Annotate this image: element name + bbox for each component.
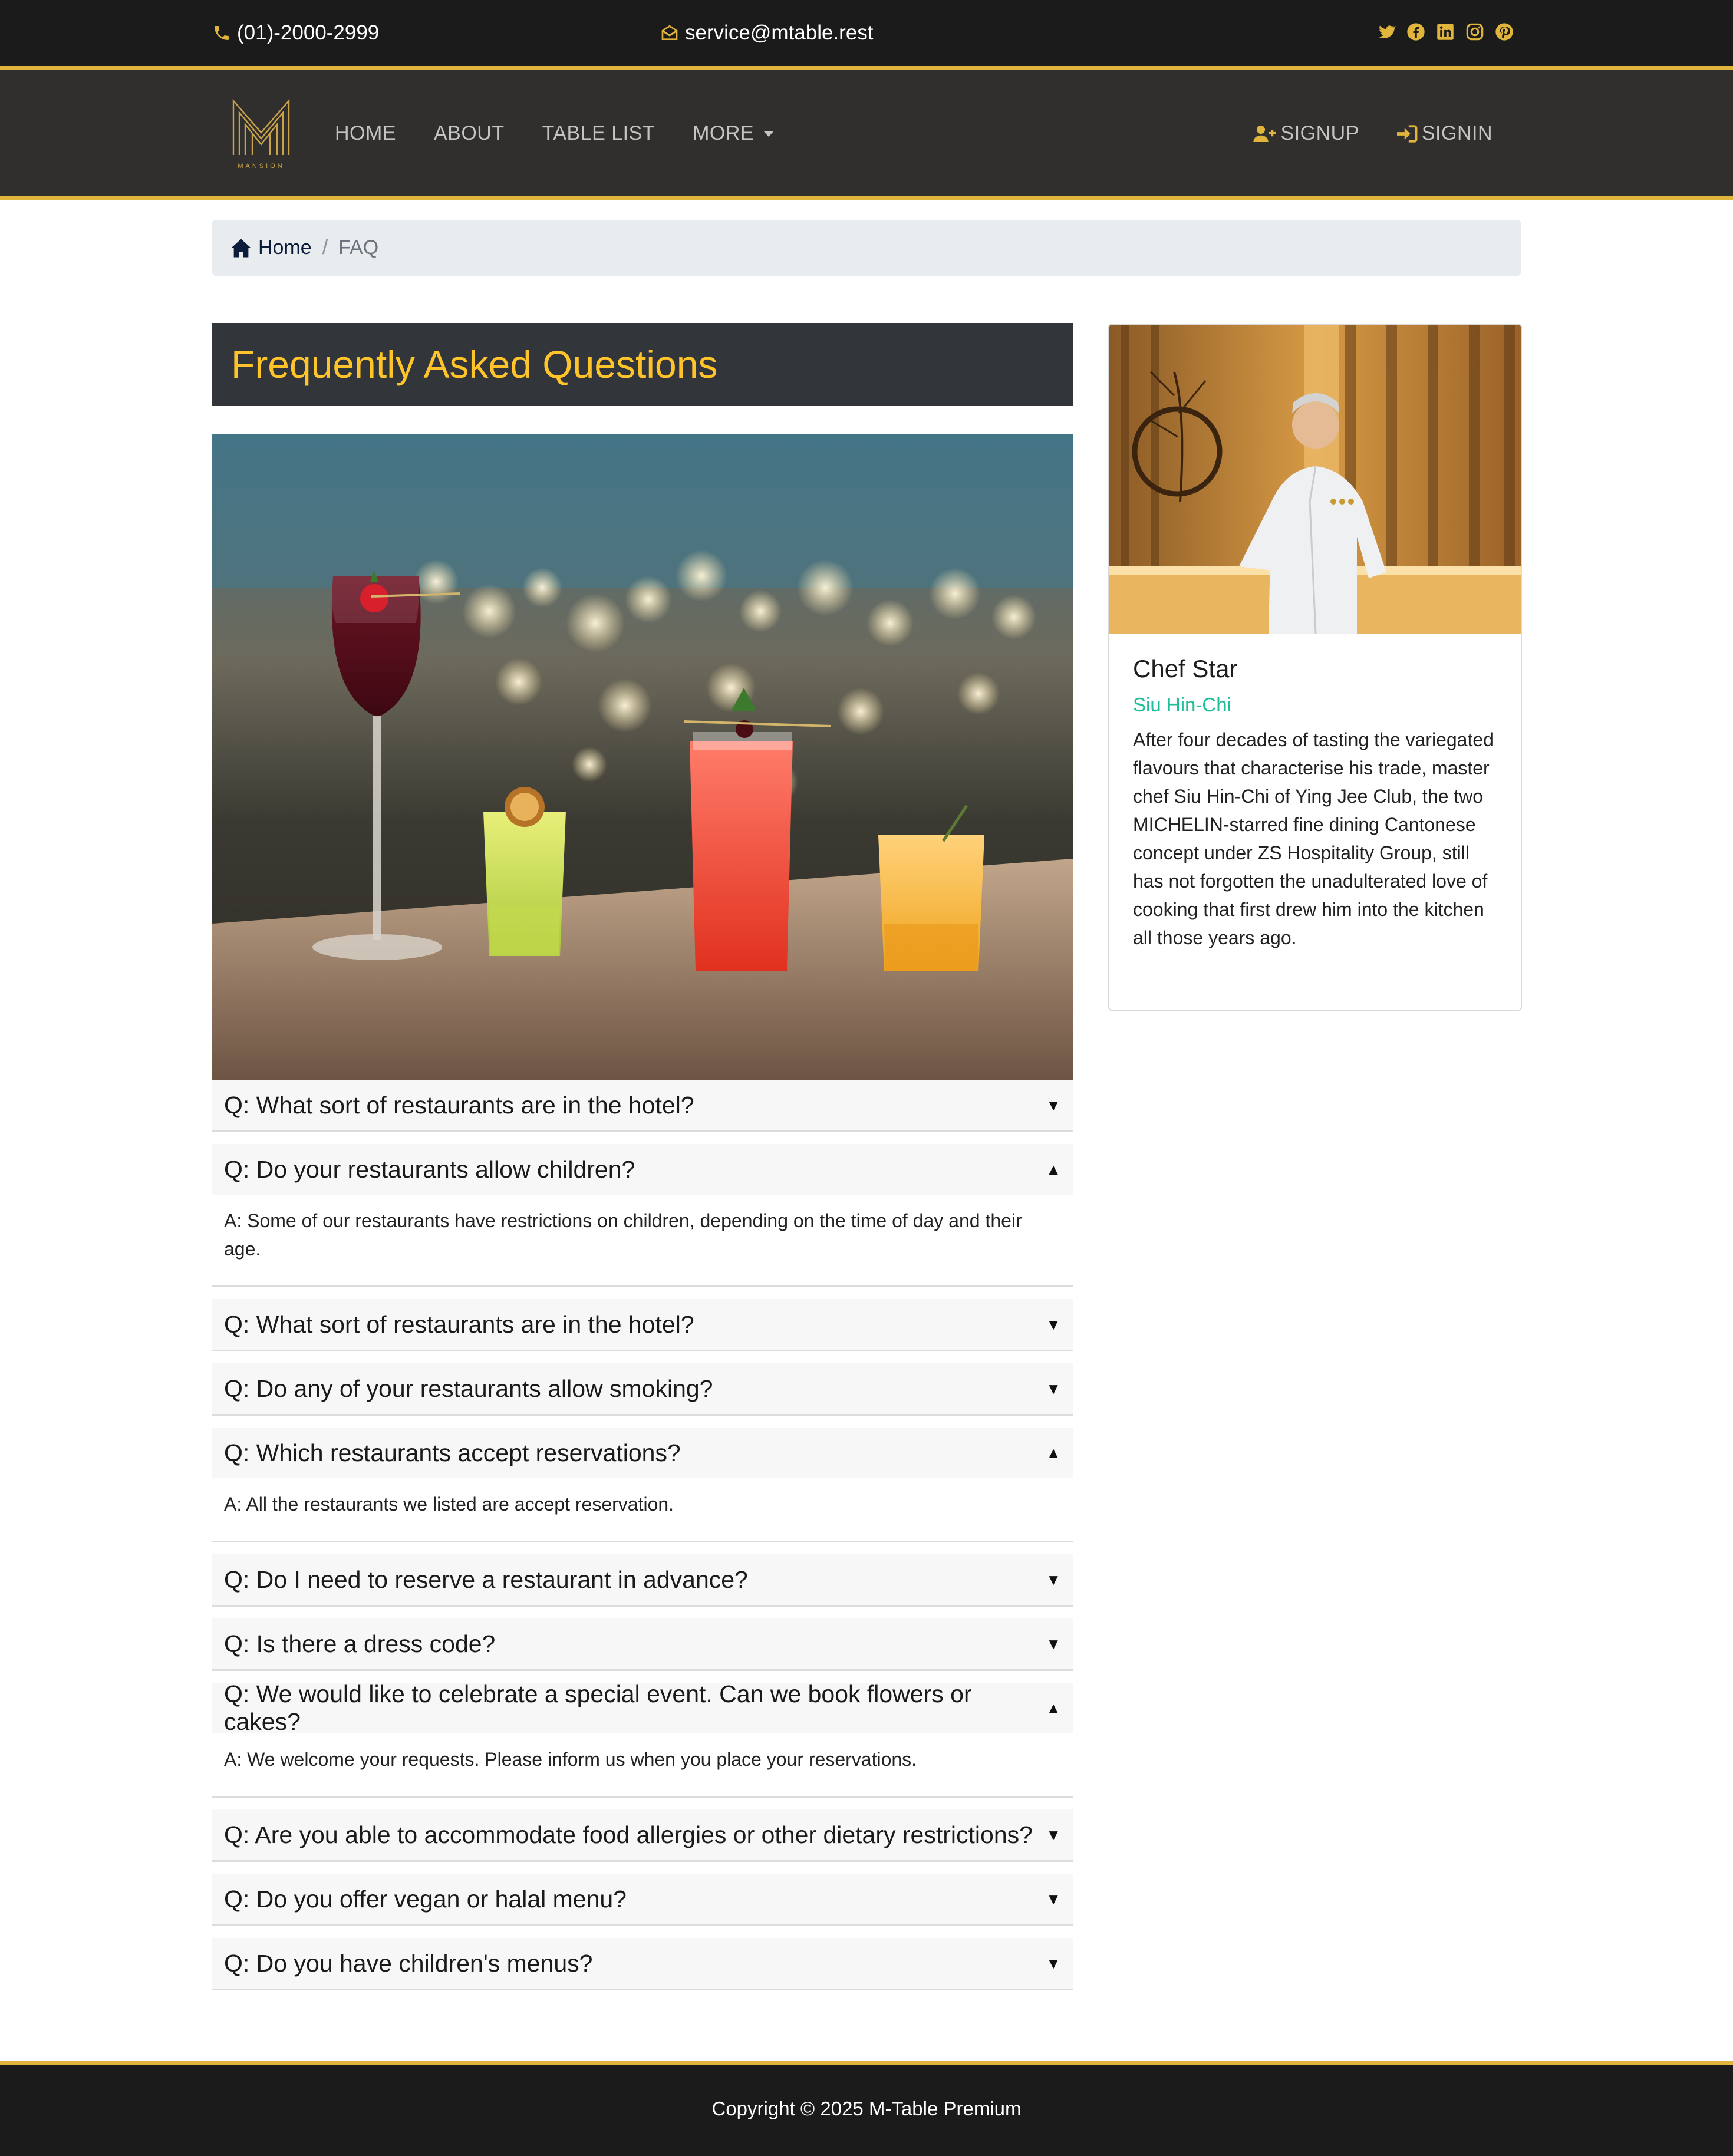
user-plus-icon bbox=[1253, 125, 1276, 142]
faq-item: Q: Do you offer vegan or halal menu? ▼ bbox=[212, 1874, 1073, 1926]
faq-accordion: Q: What sort of restaurants are in the h… bbox=[212, 1080, 1073, 2002]
phone-contact[interactable]: (01)-2000-2999 bbox=[212, 17, 379, 50]
nav-about[interactable]: ABOUT bbox=[434, 122, 505, 145]
instagram-icon[interactable] bbox=[1464, 21, 1485, 42]
triangle-down-icon: ▼ bbox=[1046, 1634, 1061, 1653]
triangle-up-icon: ▲ bbox=[1046, 1160, 1061, 1178]
faq-question[interactable]: Q: Do I need to reserve a restaurant in … bbox=[212, 1554, 1073, 1605]
faq-question[interactable]: Q: Do you offer vegan or halal menu? ▼ bbox=[212, 1874, 1073, 1924]
page-title: Frequently Asked Questions bbox=[231, 342, 718, 386]
page-title-box: Frequently Asked Questions bbox=[212, 323, 1073, 406]
faq-question[interactable]: Q: Do your restaurants allow children? ▲ bbox=[212, 1144, 1073, 1195]
triangle-down-icon: ▼ bbox=[1046, 1890, 1061, 1908]
faq-item: Q: Do I need to reserve a restaurant in … bbox=[212, 1554, 1073, 1607]
breadcrumb-current: FAQ bbox=[338, 236, 379, 259]
social-links bbox=[1376, 21, 1515, 42]
email-address: service@mtable.rest bbox=[685, 21, 874, 44]
triangle-down-icon: ▼ bbox=[1046, 1954, 1061, 1972]
faq-answer: A: Some of our restaurants have restrict… bbox=[224, 1210, 1022, 1260]
cocktails-hero-image bbox=[212, 434, 1073, 1080]
faq-question[interactable]: Q: We would like to celebrate a special … bbox=[212, 1680, 1073, 1735]
nav-table-list[interactable]: TABLE LIST bbox=[542, 122, 655, 145]
faq-question[interactable]: Q: What sort of restaurants are in the h… bbox=[212, 1299, 1073, 1350]
sign-in-icon bbox=[1396, 124, 1418, 143]
triangle-down-icon: ▼ bbox=[1046, 1825, 1061, 1844]
pinterest-icon[interactable] bbox=[1494, 21, 1515, 42]
envelope-open-icon bbox=[661, 25, 678, 40]
chef-name: Siu Hin-Chi bbox=[1133, 694, 1231, 716]
logo-wordmark: MANSION bbox=[238, 163, 284, 170]
chef-card: Chef Star Siu Hin-Chi After four decades… bbox=[1108, 324, 1522, 1011]
nav-home[interactable]: HOME bbox=[335, 122, 396, 145]
chef-card-title: Chef Star bbox=[1133, 655, 1238, 683]
nav-more-dropdown[interactable]: MORE bbox=[693, 122, 775, 145]
email-contact[interactable]: service@mtable.rest bbox=[660, 17, 874, 50]
breadcrumb-separator: / bbox=[322, 236, 328, 259]
faq-item: Q: What sort of restaurants are in the h… bbox=[212, 1080, 1073, 1132]
faq-question[interactable]: Q: Do you have children's menus? ▼ bbox=[212, 1938, 1073, 1989]
faq-question[interactable]: Q: Which restaurants accept reservations… bbox=[212, 1428, 1073, 1478]
home-icon bbox=[231, 239, 251, 257]
breadcrumb-home[interactable]: Home bbox=[230, 236, 312, 259]
faq-answer: A: All the restaurants we listed are acc… bbox=[224, 1494, 674, 1515]
chef-description: After four decades of tasting the varieg… bbox=[1133, 729, 1494, 948]
triangle-down-icon: ▼ bbox=[1046, 1570, 1061, 1588]
nav-links: HOME ABOUT TABLE LIST MORE bbox=[335, 122, 812, 145]
facebook-icon[interactable] bbox=[1405, 21, 1426, 42]
faq-item: Q: Are you able to accommodate food alle… bbox=[212, 1809, 1073, 1862]
faq-item: Q: Do your restaurants allow children? ▲… bbox=[212, 1144, 1073, 1287]
triangle-up-icon: ▲ bbox=[1046, 1443, 1061, 1462]
breadcrumb: Home / FAQ bbox=[212, 220, 1521, 276]
triangle-down-icon: ▼ bbox=[1046, 1315, 1061, 1333]
faq-answer: A: We welcome your requests. Please info… bbox=[224, 1749, 917, 1770]
faq-item: Q: Do any of your restaurants allow smok… bbox=[212, 1363, 1073, 1416]
faq-item: Q: Is there a dress code? ▼ bbox=[212, 1618, 1073, 1671]
chef-photo bbox=[1109, 325, 1521, 634]
linkedin-icon[interactable] bbox=[1435, 21, 1456, 42]
triangle-down-icon: ▼ bbox=[1046, 1096, 1061, 1114]
faq-question[interactable]: Q: Is there a dress code? ▼ bbox=[212, 1618, 1073, 1669]
faq-item: Q: What sort of restaurants are in the h… bbox=[212, 1299, 1073, 1351]
faq-item: Q: Which restaurants accept reservations… bbox=[212, 1428, 1073, 1542]
caret-down-icon bbox=[763, 130, 775, 137]
contact-bar: (01)-2000-2999 service@mtable.rest bbox=[0, 0, 1733, 70]
faq-question[interactable]: Q: Do any of your restaurants allow smok… bbox=[212, 1363, 1073, 1414]
auth-links: SIGNUP SIGNIN bbox=[1216, 122, 1493, 145]
copyright-text: Copyright © 2025 M-Table Premium bbox=[711, 2098, 1022, 2119]
main-navbar: MANSION HOME ABOUT TABLE LIST MORE SIGNU… bbox=[0, 70, 1733, 200]
mansion-logo[interactable]: MANSION bbox=[229, 96, 294, 170]
signin-link[interactable]: SIGNIN bbox=[1396, 122, 1493, 145]
signup-link[interactable]: SIGNUP bbox=[1253, 122, 1359, 145]
faq-item: Q: We would like to celebrate a special … bbox=[212, 1680, 1073, 1798]
twitter-icon[interactable] bbox=[1376, 21, 1397, 42]
triangle-up-icon: ▲ bbox=[1046, 1699, 1061, 1717]
phone-number: (01)-2000-2999 bbox=[237, 21, 380, 44]
phone-icon bbox=[215, 26, 229, 40]
chef-card-body: Chef Star Siu Hin-Chi After four decades… bbox=[1133, 655, 1504, 952]
faq-question[interactable]: Q: What sort of restaurants are in the h… bbox=[212, 1080, 1073, 1130]
faq-question[interactable]: Q: Are you able to accommodate food alle… bbox=[212, 1809, 1073, 1860]
triangle-down-icon: ▼ bbox=[1046, 1379, 1061, 1397]
faq-item: Q: Do you have children's menus? ▼ bbox=[212, 1938, 1073, 1990]
footer: Copyright © 2025 M-Table Premium bbox=[0, 2061, 1733, 2156]
